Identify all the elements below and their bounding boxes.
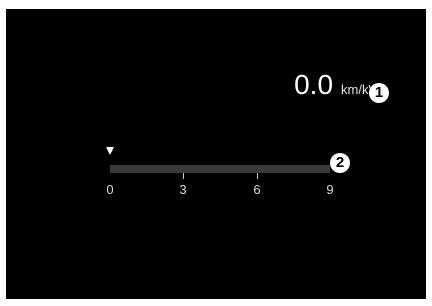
gauge-tick-mark — [183, 173, 184, 179]
economy-value: 0.0 — [294, 69, 334, 100]
gauge-pointer-icon — [106, 147, 114, 155]
callout-2-badge: 2 — [330, 153, 350, 173]
gauge-tick-label: 9 — [326, 182, 334, 197]
callout-1-badge: 1 — [369, 83, 389, 103]
gauge-tick-label: 0 — [106, 182, 114, 197]
gauge-tick-label: 6 — [253, 182, 261, 197]
economy-gauge-bar — [110, 165, 330, 173]
gauge-tick-mark — [257, 173, 258, 179]
display-screen: 0.0 km/kWh 1 2 0369 — [6, 9, 426, 299]
gauge-tick-label: 3 — [179, 182, 187, 197]
